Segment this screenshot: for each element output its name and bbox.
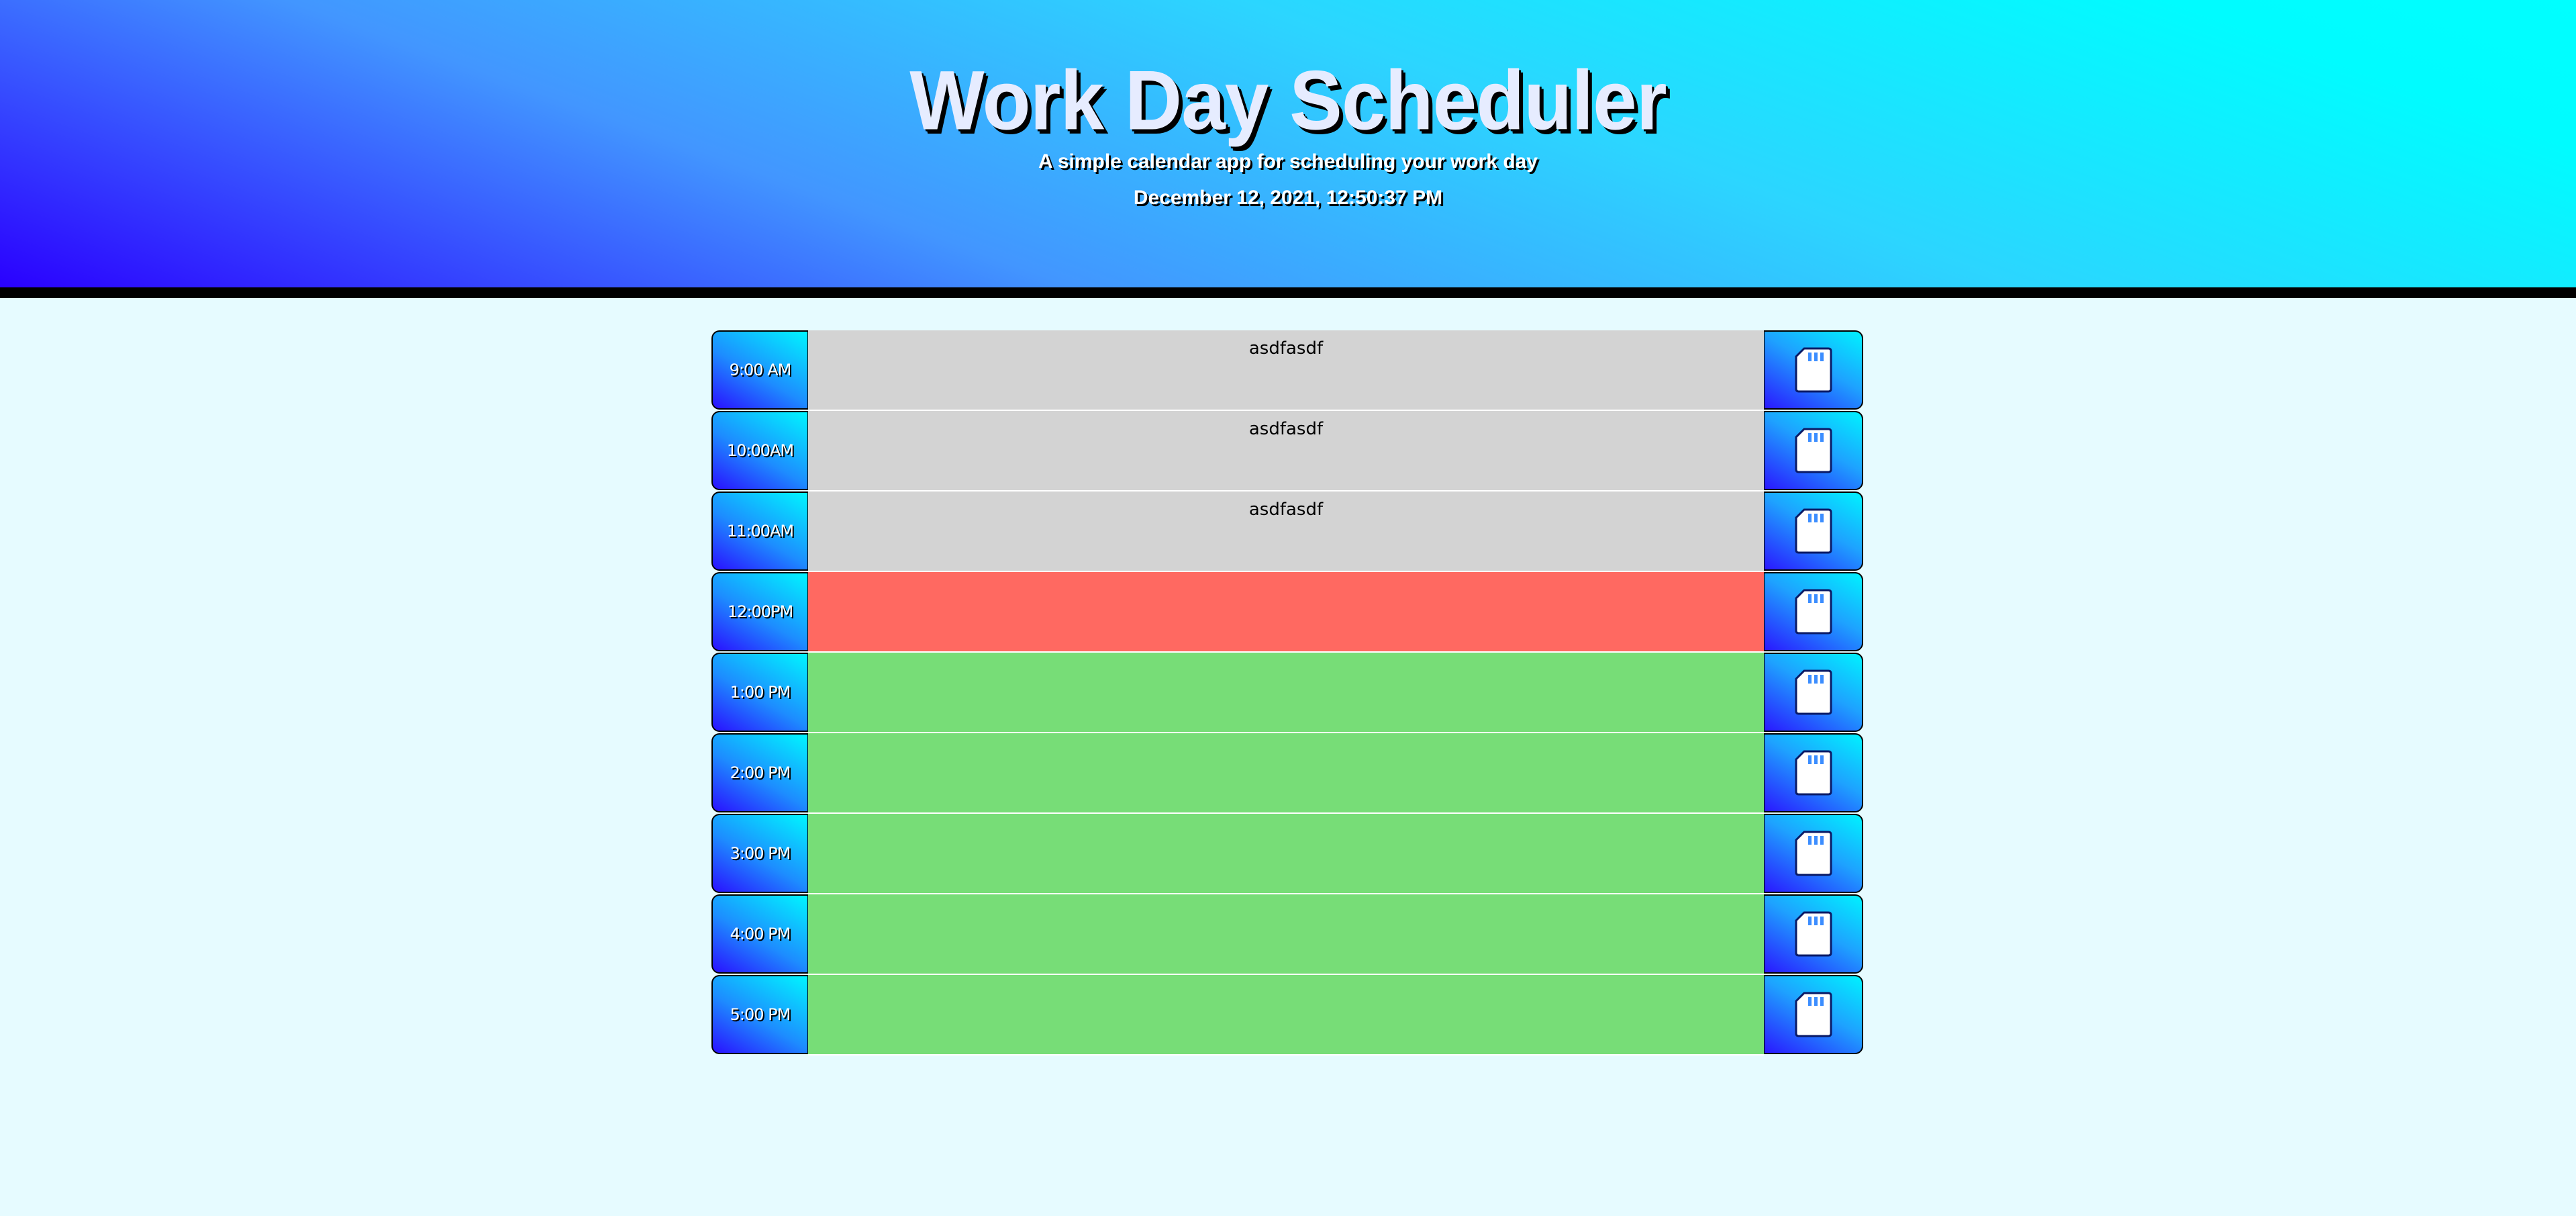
- page-subtitle: A simple calendar app for scheduling you…: [1038, 150, 1538, 173]
- save-button[interactable]: [1764, 330, 1863, 410]
- time-block-row: 9:00 AM asdfasdf: [711, 330, 1863, 411]
- hour-label: 3:00 PM: [711, 814, 808, 893]
- time-block-row: 3:00 PM: [711, 814, 1863, 894]
- save-icon: [1795, 750, 1832, 796]
- event-description-input[interactable]: [808, 653, 1764, 733]
- event-description-input[interactable]: [808, 814, 1764, 894]
- save-button[interactable]: [1764, 572, 1863, 651]
- save-button[interactable]: [1764, 975, 1863, 1054]
- save-button[interactable]: [1764, 492, 1863, 571]
- event-description-input[interactable]: asdfasdf: [808, 330, 1764, 411]
- hour-label: 2:00 PM: [711, 733, 808, 812]
- save-button[interactable]: [1764, 733, 1863, 812]
- hour-label: 12:00PM: [711, 572, 808, 651]
- time-block-row: 1:00 PM: [711, 653, 1863, 733]
- save-icon: [1795, 911, 1832, 957]
- save-icon: [1795, 428, 1832, 473]
- hour-label: 9:00 AM: [711, 330, 808, 410]
- current-datetime: December 12, 2021, 12:50:37 PM: [1133, 187, 1443, 209]
- save-icon: [1795, 669, 1832, 715]
- hour-label: 5:00 PM: [711, 975, 808, 1054]
- save-button[interactable]: [1764, 814, 1863, 893]
- hour-label: 4:00 PM: [711, 894, 808, 974]
- save-icon: [1795, 508, 1832, 554]
- save-button[interactable]: [1764, 411, 1863, 490]
- save-icon: [1795, 589, 1832, 635]
- save-button[interactable]: [1764, 653, 1863, 732]
- time-block-row: 10:00AM asdfasdf: [711, 411, 1863, 492]
- page-title: Work Day Scheduler: [909, 54, 1667, 148]
- save-icon: [1795, 347, 1832, 393]
- event-description-input[interactable]: asdfasdf: [808, 411, 1764, 492]
- time-block-row: 11:00AM asdfasdf: [711, 492, 1863, 572]
- save-button[interactable]: [1764, 894, 1863, 974]
- hour-label: 1:00 PM: [711, 653, 808, 732]
- event-description-input[interactable]: [808, 975, 1764, 1056]
- event-description-input[interactable]: [808, 733, 1764, 814]
- event-description-input[interactable]: [808, 572, 1764, 653]
- time-block-row: 2:00 PM: [711, 733, 1863, 814]
- event-description-input[interactable]: [808, 894, 1764, 975]
- schedule-container: 9:00 AM asdfasdf 10:00AM asdfasdf 11:00A…: [711, 330, 1863, 1056]
- time-block-row: 4:00 PM: [711, 894, 1863, 975]
- event-description-input[interactable]: asdfasdf: [808, 492, 1764, 572]
- save-icon: [1795, 831, 1832, 876]
- save-icon: [1795, 992, 1832, 1037]
- header-divider: [0, 287, 2576, 298]
- time-block-row: 12:00PM: [711, 572, 1863, 653]
- time-block-row: 5:00 PM: [711, 975, 1863, 1056]
- hour-label: 10:00AM: [711, 411, 808, 490]
- hour-label: 11:00AM: [711, 492, 808, 571]
